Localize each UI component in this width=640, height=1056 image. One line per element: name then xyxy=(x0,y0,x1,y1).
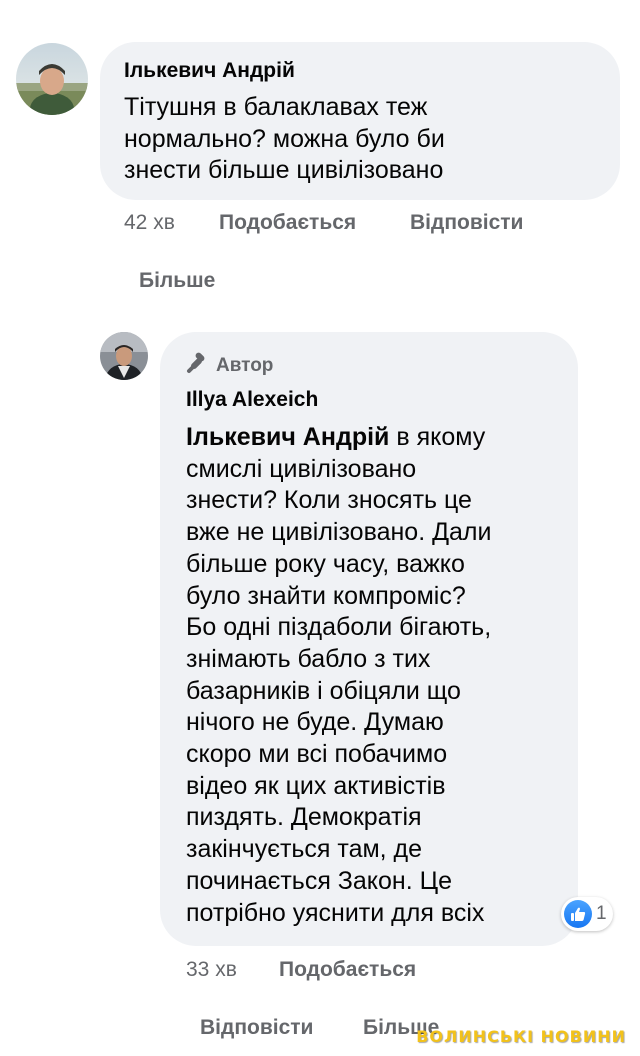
mention-link[interactable]: Ількевич Андрій xyxy=(186,423,389,451)
comment-1-like-button[interactable]: Подобається xyxy=(219,211,356,235)
comment-text-line: знести? Коли зносять це xyxy=(186,486,472,515)
author-badge: Автор xyxy=(186,352,273,380)
comment-text-line: Тітушня в балаклавах теж xyxy=(124,93,428,121)
comment-text-line: смислі цивілізовано xyxy=(186,454,417,483)
reaction-summary[interactable]: 1 xyxy=(561,897,613,931)
comment-text-line: нічого не буде. Думаю xyxy=(186,708,444,737)
comment-2-author[interactable]: Illya Alexeich xyxy=(186,388,318,412)
comment-text-line: потрібно уяснити для всіх xyxy=(186,898,485,927)
comment-text-line: знімають бабло з тих xyxy=(186,644,431,673)
comment-text-line: Ількевич Андрій в якому xyxy=(186,422,491,454)
comment-text-fragment: в якому xyxy=(389,423,486,451)
comment-1-text: Тітушня в балаклавах теж нормально? можн… xyxy=(124,92,445,187)
comment-2-text: Ількевич Андрій в якому смислі цивілізов… xyxy=(186,422,491,929)
comment-2-reply-button[interactable]: Відповісти xyxy=(200,1016,313,1040)
comment-1-reply-button[interactable]: Відповісти xyxy=(410,211,523,235)
comment-text-line: знести більше цивілізовано xyxy=(124,156,444,185)
watermark-logo: ВОЛИНСЬКІ НОВИНИ xyxy=(416,1027,626,1046)
comment-text-line: закінчується там, де xyxy=(186,835,423,864)
comment-2-time[interactable]: 33 хв xyxy=(186,958,237,982)
comment-text-line: Бо одні піздаболи бігають, xyxy=(186,613,492,642)
comment-text-line: пиздять. Демократія xyxy=(186,803,422,832)
microphone-icon xyxy=(186,352,208,380)
comment-1-more-button[interactable]: Більше xyxy=(139,269,215,293)
comment-text-line: базарників і обіцяли що xyxy=(186,676,461,705)
comment-1-time[interactable]: 42 хв xyxy=(124,211,175,235)
avatar-illya-alexeich[interactable] xyxy=(100,332,148,380)
comment-text-line: було знайти компроміс? xyxy=(186,581,466,610)
author-badge-label: Автор xyxy=(216,355,274,376)
comment-text-line: нормально? можна було би xyxy=(124,124,445,153)
comment-text-line: починається Закон. Це xyxy=(186,866,453,895)
comment-text-line: скоро ми всі побачимо xyxy=(186,740,448,769)
comment-text-line: відео як цих активістів xyxy=(186,771,446,800)
comment-2-like-button[interactable]: Подобається xyxy=(279,958,416,982)
comment-text-line: вже не цивілізовано. Дали xyxy=(186,518,492,547)
comment-text-line: більше року часу, важко xyxy=(186,549,465,578)
like-thumb-icon xyxy=(564,900,592,928)
avatar-ilkevych[interactable] xyxy=(16,43,88,115)
reaction-count: 1 xyxy=(596,903,607,924)
comment-1-author[interactable]: Ількевич Андрій xyxy=(124,59,295,83)
